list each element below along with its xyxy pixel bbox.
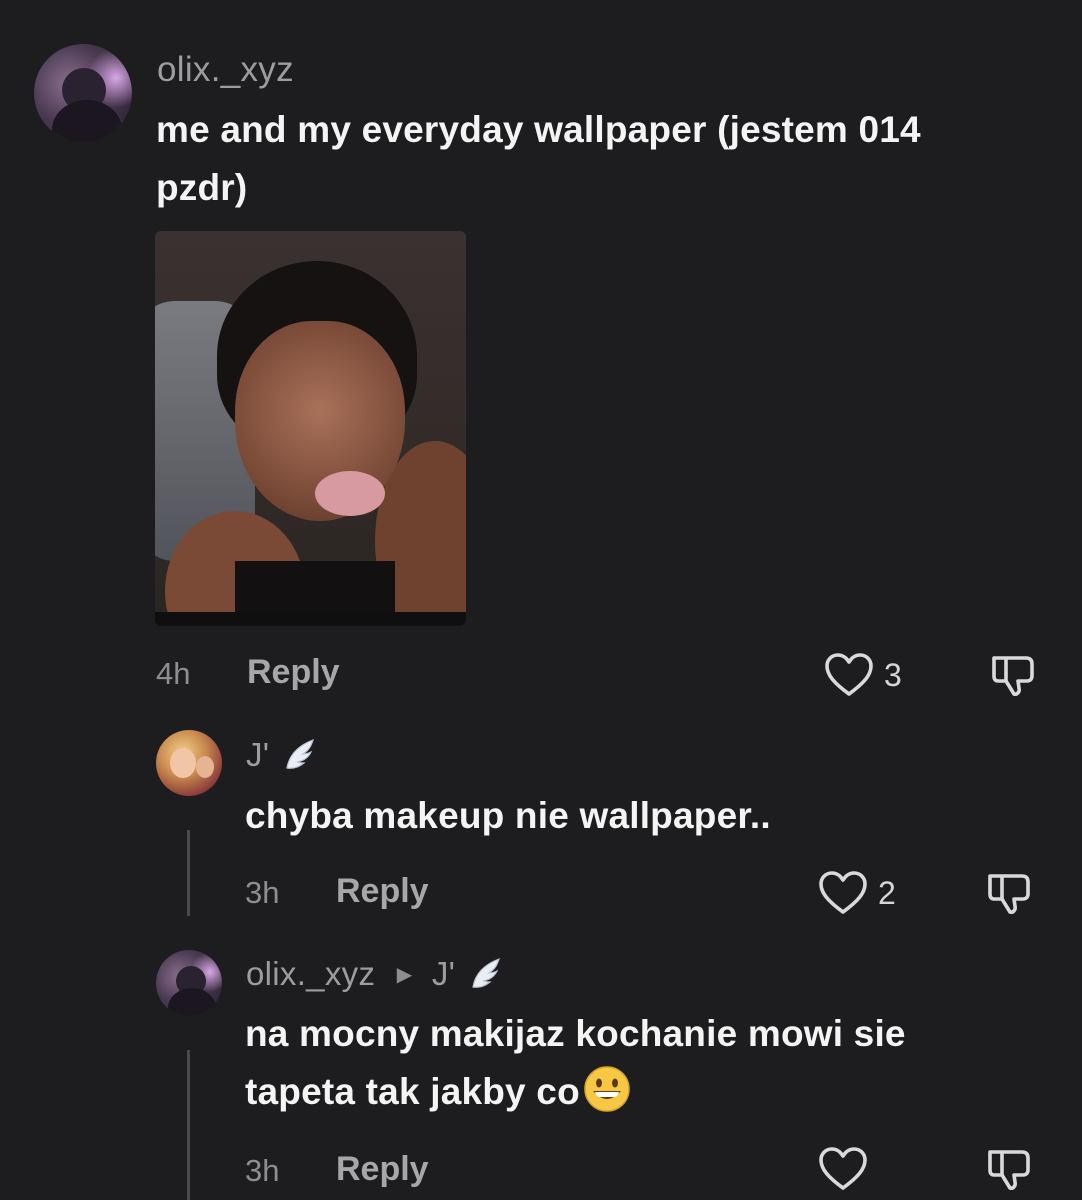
photo-bottom-bar (155, 612, 466, 626)
reply-button[interactable]: Reply (336, 1150, 429, 1189)
thumbs-down-icon[interactable] (984, 1146, 1036, 1192)
reply-text-line-2-text: tapeta tak jakby co (245, 1071, 580, 1112)
comment-text-line-2: pzdr) (156, 167, 248, 208)
reply-username-text[interactable]: olix._xyz (246, 955, 375, 992)
avatar-olix[interactable] (34, 44, 132, 142)
reply-to-arrow-icon: ▶ (396, 964, 413, 986)
thread-line (187, 1050, 190, 1200)
grinning-face-emoji (584, 1066, 630, 1112)
heart-outline-icon[interactable] (824, 652, 874, 698)
reply-time: 3h (245, 875, 280, 910)
angel-wing-emoji (286, 738, 314, 769)
thread-line (187, 830, 190, 916)
reply-text-line-2: tapeta tak jakby co (245, 1063, 632, 1121)
heart-outline-icon[interactable] (818, 870, 868, 916)
like-count: 3 (884, 657, 902, 693)
reply-button[interactable]: Reply (336, 872, 429, 911)
reply-text-line-1: na mocny makijaz kochanie mowi sie (245, 1013, 906, 1054)
avatar-olix[interactable] (156, 950, 222, 1016)
like-count: 2 (878, 875, 896, 911)
comment-username[interactable]: olix._xyz (157, 50, 294, 90)
reply-username[interactable]: olix._xyz ▶ J' (246, 955, 503, 993)
reply-username-text[interactable]: J' (246, 736, 269, 773)
reply-to-username[interactable]: J' (432, 955, 455, 992)
comment-time: 4h (156, 656, 191, 691)
comment-text-line-1: me and my everyday wallpaper (jestem 014 (156, 109, 921, 150)
reply-button[interactable]: Reply (247, 653, 340, 692)
avatar-j[interactable] (156, 730, 222, 796)
thumbs-down-icon[interactable] (988, 652, 1040, 698)
thumbs-down-icon[interactable] (984, 870, 1036, 916)
comments-screen: olix._xyz me and my everyday wallpaper (… (0, 0, 1082, 1200)
reply-time: 3h (245, 1153, 280, 1188)
reply-text: chyba makeup nie wallpaper.. (245, 795, 771, 836)
reply-username[interactable]: J' (246, 736, 317, 774)
angel-wing-emoji (472, 957, 500, 988)
heart-outline-icon[interactable] (818, 1146, 868, 1192)
comment-photo[interactable] (155, 231, 466, 626)
